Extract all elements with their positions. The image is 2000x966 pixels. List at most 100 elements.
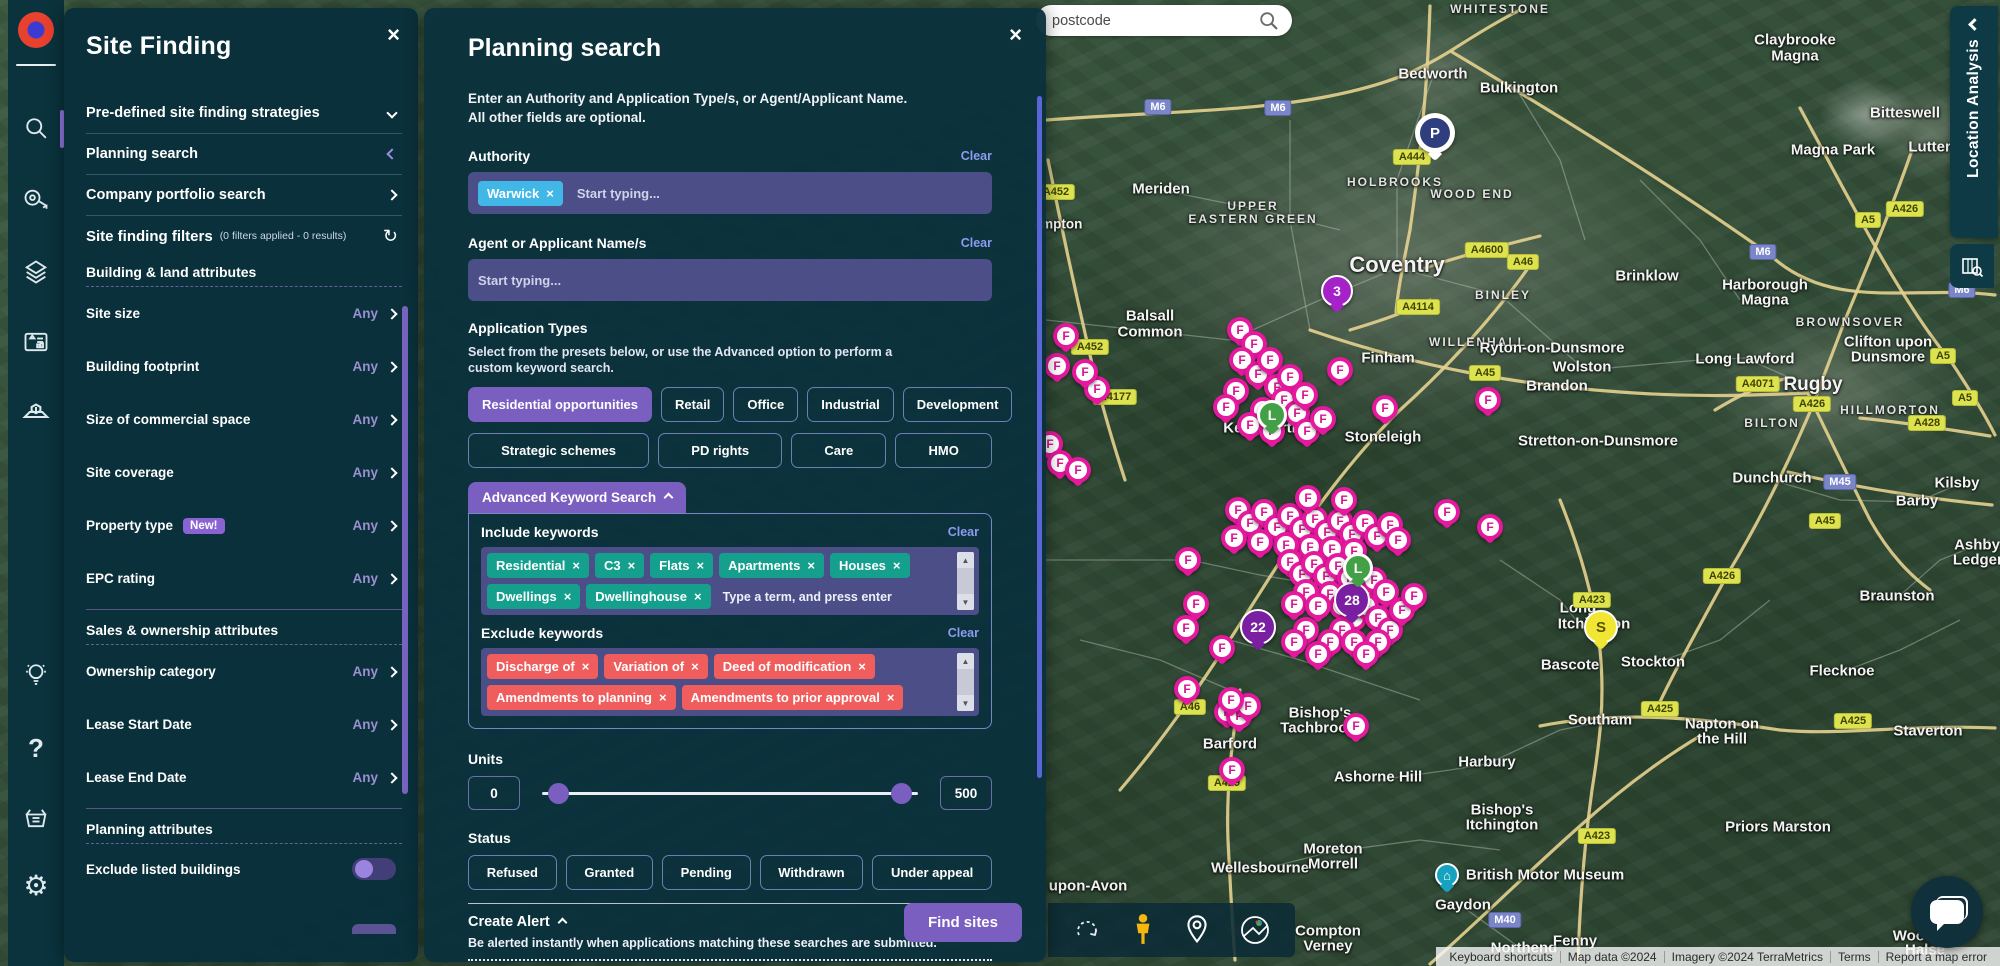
planning-application-pin[interactable]: F (1385, 527, 1411, 553)
planning-application-pin[interactable]: F (1173, 615, 1199, 641)
sidebar-search-icon[interactable] (8, 106, 64, 150)
planning-application-pin[interactable]: F (1310, 406, 1336, 432)
preset-residential-opportunities[interactable]: Residential opportunities (468, 387, 652, 422)
pegman-icon[interactable] (1130, 913, 1156, 947)
planning-application-pin[interactable]: F (1044, 353, 1070, 379)
planning-application-pin[interactable]: F (1213, 394, 1239, 420)
preset-retail[interactable]: Retail (661, 387, 724, 422)
preset-office[interactable]: Office (733, 387, 798, 422)
map-marker-l[interactable]: L (1343, 553, 1373, 583)
units-min-value[interactable]: 0 (468, 776, 520, 810)
filter-row-lease-end-date[interactable]: Lease End DateAny (86, 751, 402, 804)
planning-application-pin[interactable]: F (1327, 357, 1353, 383)
scroll-down-icon[interactable]: ▼ (957, 695, 974, 711)
map-marker-s[interactable]: S (1584, 610, 1618, 644)
keyword-chip[interactable]: Deed of modification× (714, 654, 875, 679)
keyword-scrollbar[interactable]: ▲▼ (957, 552, 974, 610)
remove-chip-icon[interactable]: × (659, 690, 667, 705)
map-3d-view-icon[interactable] (8, 390, 64, 434)
keyword-chip[interactable]: Residential× (487, 553, 589, 578)
authority-chip[interactable]: Warwick× (478, 181, 563, 206)
status-granted[interactable]: Granted (566, 855, 653, 890)
remove-chip-icon[interactable]: × (694, 589, 702, 604)
planning-application-pin[interactable]: F (1281, 591, 1307, 617)
keyword-chip[interactable]: Flats× (650, 553, 713, 578)
authority-clear-link[interactable]: Clear (961, 149, 992, 163)
planning-application-pin[interactable]: F (1477, 514, 1503, 540)
remove-chip-icon[interactable]: × (697, 558, 705, 573)
include-keywords-clear-link[interactable]: Clear (948, 525, 979, 539)
include-keywords-input[interactable]: Residential×C3×Flats×Apartments×Houses×D… (481, 547, 979, 615)
planning-application-pin[interactable]: F (1219, 757, 1245, 783)
authority-input[interactable]: Warwick× Start typing... (468, 172, 992, 214)
filter-row-site-size[interactable]: Site sizeAny (86, 287, 402, 340)
planning-application-pin[interactable]: F (1295, 485, 1321, 511)
filter-row-size-of-commercial-space[interactable]: Size of commercial spaceAny (86, 393, 402, 446)
rotate-icon[interactable] (1072, 915, 1102, 945)
planning-application-pin[interactable]: F (1353, 641, 1379, 667)
remove-chip-icon[interactable]: × (546, 186, 554, 201)
planning-application-pin[interactable]: F (1175, 547, 1201, 573)
planning-application-pin[interactable]: F (1331, 487, 1357, 513)
remove-chip-icon[interactable]: × (582, 659, 590, 674)
remove-chip-icon[interactable]: × (572, 558, 580, 573)
preset-care[interactable]: Care (791, 433, 886, 468)
units-max-value[interactable]: 500 (940, 776, 992, 810)
units-slider[interactable] (542, 776, 918, 810)
planning-application-pin[interactable]: F (1305, 593, 1331, 619)
remove-chip-icon[interactable]: × (628, 558, 636, 573)
parcels-3d-icon[interactable] (8, 250, 64, 294)
attribution-item[interactable]: Keyboard shortcuts (1442, 950, 1559, 964)
slider-handle-min[interactable] (548, 783, 569, 804)
map-marker-p[interactable]: P (1415, 113, 1455, 153)
partial-toggle[interactable] (352, 924, 396, 934)
location-analysis-tab[interactable]: Location Analysis (1950, 6, 1998, 238)
exclude-keywords-clear-link[interactable]: Clear (948, 626, 979, 640)
keyword-chip[interactable]: Variation of× (604, 654, 707, 679)
planning-application-pin[interactable]: F (1209, 635, 1235, 661)
preset-development[interactable]: Development (903, 387, 1013, 422)
basket-icon[interactable] (8, 796, 64, 840)
find-sites-button[interactable]: Find sites (904, 903, 1022, 942)
preset-strategic-schemes[interactable]: Strategic schemes (468, 433, 649, 468)
chat-widget-button[interactable] (1911, 876, 1983, 948)
search-icon[interactable] (1258, 10, 1280, 32)
scroll-up-icon[interactable]: ▲ (957, 653, 974, 669)
map-marker-l[interactable]: L (1257, 400, 1287, 430)
planning-application-pin[interactable]: F (1434, 499, 1460, 525)
attribution-item[interactable]: Report a map error (1879, 950, 1994, 964)
remove-chip-icon[interactable]: × (887, 690, 895, 705)
filter-row-building-footprint[interactable]: Building footprintAny (86, 340, 402, 393)
preset-hmo[interactable]: HMO (895, 433, 992, 468)
keyword-chip[interactable]: Discharge of× (487, 654, 598, 679)
sidebar-item-planning-search[interactable]: Planning search (86, 134, 402, 175)
map-marker-museum[interactable]: ⌂ (1435, 863, 1459, 887)
help-icon[interactable]: ? (8, 726, 64, 770)
planning-application-pin[interactable]: F (1372, 395, 1398, 421)
status-under-appeal[interactable]: Under appeal (872, 855, 992, 890)
location-analysis-map-icon-button[interactable] (1950, 244, 1994, 288)
remove-chip-icon[interactable]: × (564, 589, 572, 604)
advanced-keyword-search-toggle[interactable]: Advanced Keyword Search (468, 482, 686, 513)
scroll-up-icon[interactable]: ▲ (957, 552, 974, 568)
filter-row-property-type[interactable]: Property typeNew!Any (86, 499, 402, 552)
keyword-chip[interactable]: Apartments× (719, 553, 824, 578)
planning-application-pin[interactable]: F (1281, 629, 1307, 655)
planning-application-pin[interactable]: F (1072, 359, 1098, 385)
sidebar-item-company-portfolio-search[interactable]: Company portfolio search (86, 175, 402, 216)
close-icon[interactable]: × (1009, 24, 1022, 46)
status-refused[interactable]: Refused (468, 855, 557, 890)
planning-application-pin[interactable]: F (1401, 583, 1427, 609)
preset-pd-rights[interactable]: PD rights (658, 433, 782, 468)
planning-application-pin[interactable]: F (1343, 713, 1369, 739)
keyword-chip[interactable]: Amendments to planning× (487, 685, 676, 710)
filter-row-ownership-category[interactable]: Ownership categoryAny (86, 645, 402, 698)
agent-input[interactable]: Start typing... (468, 259, 992, 301)
planning-application-pin[interactable]: F (1247, 529, 1273, 555)
ideas-lightbulb-icon[interactable] (8, 652, 64, 696)
property-card-icon[interactable] (8, 320, 64, 364)
location-pin-icon[interactable] (1183, 914, 1211, 946)
keyword-chip[interactable]: Houses× (830, 553, 910, 578)
agent-clear-link[interactable]: Clear (961, 236, 992, 250)
settings-gear-icon[interactable]: ⚙ (8, 864, 64, 908)
